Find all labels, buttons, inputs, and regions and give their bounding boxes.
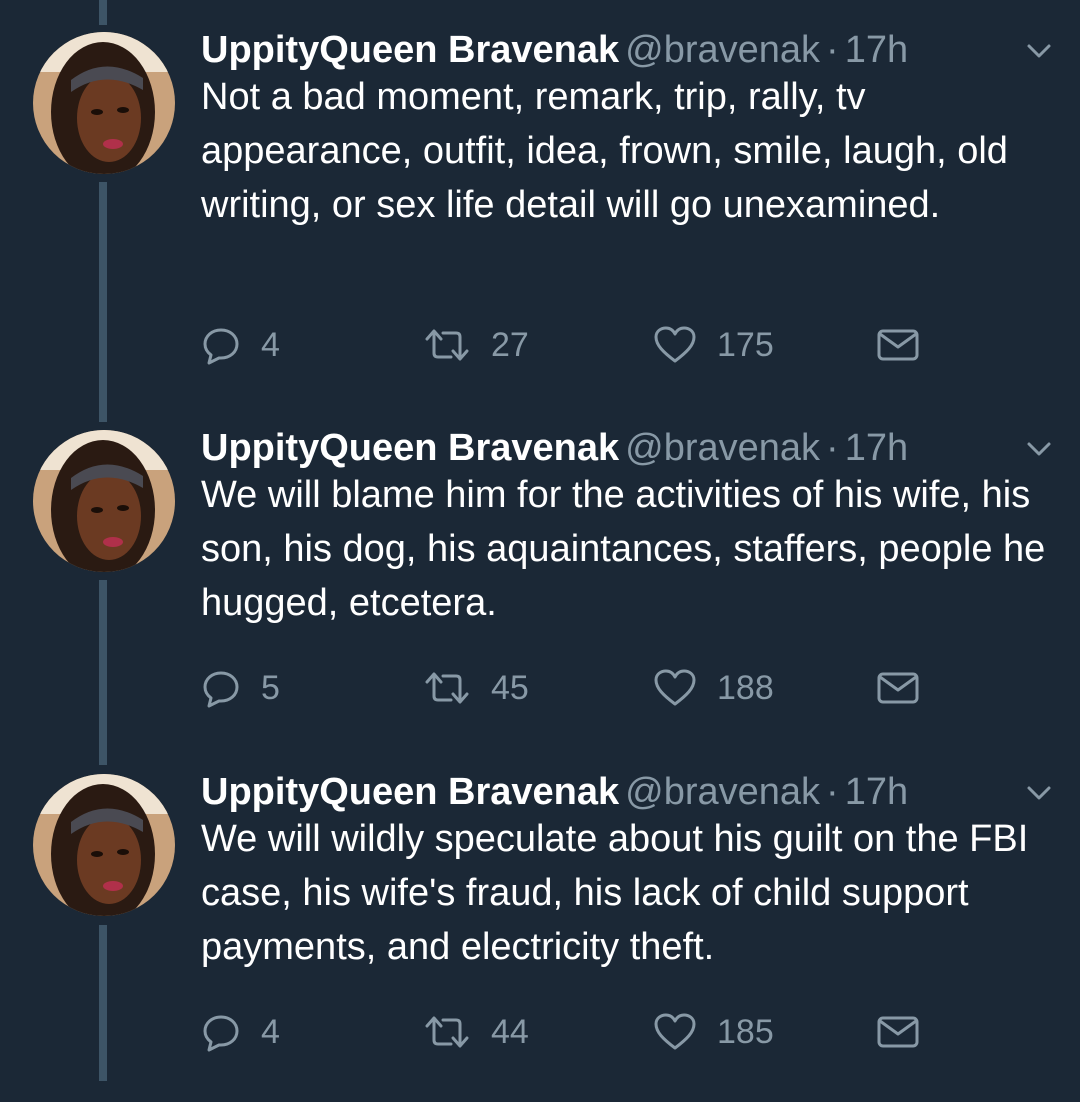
display-name[interactable]: UppityQueen Bravenak	[201, 771, 619, 813]
heart-icon	[653, 668, 697, 708]
tweet-text: We will wildly speculate about his guilt…	[201, 818, 1029, 968]
reply-icon	[201, 1012, 241, 1052]
handle[interactable]: @bravenak	[625, 29, 820, 71]
tweet-actions: 4 44 185	[201, 1007, 961, 1057]
reply-count: 4	[261, 325, 280, 364]
heart-icon	[653, 325, 697, 365]
like-button[interactable]: 175	[653, 320, 774, 370]
retweet-button[interactable]: 45	[423, 663, 529, 713]
tweet-actions: 5 45 188	[201, 663, 961, 713]
tweet[interactable]: UppityQueen Bravenak @bravenak · 17h We wil…	[0, 418, 1080, 758]
separator: ·	[826, 29, 839, 71]
avatar[interactable]	[33, 430, 175, 572]
separator: ·	[826, 427, 839, 469]
tweet-text: Not a bad moment, remark, trip, rally, t…	[201, 76, 1008, 226]
handle[interactable]: @bravenak	[625, 427, 820, 469]
retweet-count: 45	[491, 668, 529, 707]
heart-icon	[653, 1012, 697, 1052]
envelope-icon	[876, 325, 920, 365]
like-count: 175	[717, 325, 774, 364]
display-name[interactable]: UppityQueen Bravenak	[201, 427, 619, 469]
envelope-icon	[876, 668, 920, 708]
like-button[interactable]: 185	[653, 1007, 774, 1057]
retweet-count: 27	[491, 325, 529, 364]
retweet-button[interactable]: 44	[423, 1007, 529, 1057]
timestamp[interactable]: 17h	[845, 29, 908, 71]
tweet[interactable]: UppityQueen Bravenak @bravenak · 17h We wil…	[0, 762, 1080, 1102]
like-count: 185	[717, 1012, 774, 1051]
reply-count: 4	[261, 1012, 280, 1051]
direct-message-button[interactable]	[876, 663, 920, 713]
retweet-icon	[423, 1012, 471, 1052]
chevron-down-icon[interactable]	[1026, 780, 1052, 806]
display-name[interactable]: UppityQueen Bravenak	[201, 29, 619, 71]
chevron-down-icon[interactable]	[1026, 38, 1052, 64]
timestamp[interactable]: 17h	[845, 427, 908, 469]
separator: ·	[826, 771, 839, 813]
tweet-actions: 4 27 175	[201, 320, 961, 370]
reply-icon	[201, 668, 241, 708]
retweet-button[interactable]: 27	[423, 320, 529, 370]
timestamp[interactable]: 17h	[845, 771, 908, 813]
retweet-count: 44	[491, 1012, 529, 1051]
reply-button[interactable]: 4	[201, 320, 280, 370]
retweet-icon	[423, 325, 471, 365]
direct-message-button[interactable]	[876, 320, 920, 370]
like-count: 188	[717, 668, 774, 707]
reply-button[interactable]: 5	[201, 663, 280, 713]
retweet-icon	[423, 668, 471, 708]
reply-button[interactable]: 4	[201, 1007, 280, 1057]
reply-icon	[201, 325, 241, 365]
avatar[interactable]	[33, 774, 175, 916]
tweet-text: We will blame him for the activities of …	[201, 474, 1046, 624]
envelope-icon	[876, 1012, 920, 1052]
tweet[interactable]: UppityQueen Bravenak @bravenak · 17h Not a …	[0, 20, 1080, 365]
direct-message-button[interactable]	[876, 1007, 920, 1057]
handle[interactable]: @bravenak	[625, 771, 820, 813]
chevron-down-icon[interactable]	[1026, 436, 1052, 462]
avatar[interactable]	[33, 32, 175, 174]
reply-count: 5	[261, 668, 280, 707]
like-button[interactable]: 188	[653, 663, 774, 713]
